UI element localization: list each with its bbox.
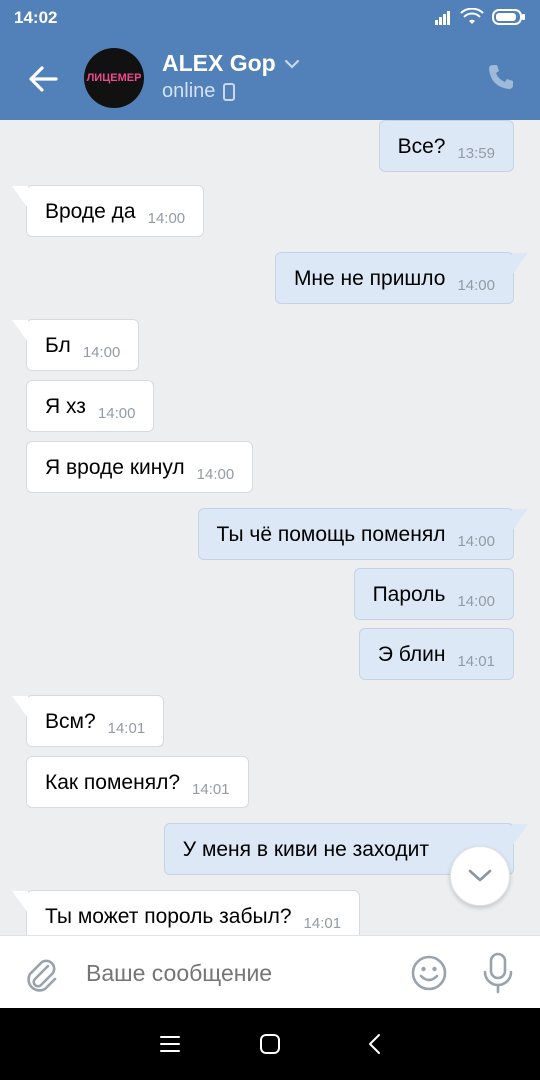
- message-in[interactable]: Вроде да 14:00: [11, 185, 205, 237]
- back-icon[interactable]: [363, 1032, 387, 1056]
- message-time: 14:01: [457, 653, 495, 670]
- message-bubble: Все? 13:59: [378, 120, 514, 172]
- message-time: 14:00: [457, 593, 495, 610]
- message-bubble: Ты чё помощь поменял 14:00: [197, 508, 529, 560]
- message-bubble: Бл 14:00: [11, 319, 140, 371]
- paperclip-icon[interactable]: [22, 954, 60, 992]
- message-bubble: Я вроде кинул 14:00: [26, 441, 254, 493]
- message-bubble: Э блин 14:01: [358, 628, 514, 680]
- message-bubble: Пароль 14:00: [353, 568, 514, 620]
- message-time: 14:01: [107, 720, 146, 737]
- presence-status: online: [162, 80, 236, 103]
- avatar[interactable]: ЛИЦЕМЕР: [84, 48, 144, 108]
- phone-icon[interactable]: [486, 62, 516, 92]
- emoji-icon[interactable]: [410, 954, 448, 992]
- message-text: Как поменял?: [45, 771, 181, 794]
- message-in[interactable]: Я хз 14:00: [26, 380, 155, 432]
- status-time: 14:02: [14, 8, 58, 27]
- message-in[interactable]: Бл 14:00: [11, 319, 140, 371]
- battery-icon: [492, 9, 525, 25]
- message-out[interactable]: Э блин 14:01: [358, 628, 514, 680]
- scroll-down-button[interactable]: [450, 846, 510, 906]
- avatar-label: ЛИЦЕМЕР: [86, 72, 142, 84]
- message-time: 14:01: [303, 915, 342, 932]
- contact-name[interactable]: ALEX Gop: [162, 50, 300, 77]
- message-text: Все?: [397, 135, 446, 158]
- message-composer: [0, 935, 540, 1009]
- message-in[interactable]: Всм? 14:01: [11, 695, 165, 747]
- message-text: Бл: [45, 334, 71, 357]
- status-icons: [434, 8, 526, 26]
- chevron-down-icon: [284, 59, 299, 69]
- message-bubble: Как поменял? 14:01: [26, 756, 249, 808]
- message-time: 13:59: [457, 145, 495, 162]
- signal-icon: [435, 11, 450, 25]
- message-time: 14:01: [192, 781, 230, 798]
- message-input[interactable]: [86, 956, 386, 990]
- message-time: 14:00: [457, 533, 495, 550]
- chat-header: 14:02 ЛИЦЕМЕР ALEX Gop online: [0, 0, 540, 120]
- message-bubble: Ты может пороль забыл? 14:01: [11, 890, 361, 935]
- message-time: 14:00: [196, 466, 235, 483]
- message-text: Ты чё помощь поменял: [216, 523, 446, 546]
- wifi-icon: [460, 8, 484, 24]
- mobile-device-icon: [223, 82, 236, 101]
- back-arrow-icon[interactable]: [26, 62, 60, 96]
- menu-icon[interactable]: [158, 1032, 182, 1056]
- message-text: Ты может пороль забыл?: [45, 905, 292, 928]
- message-text: Всм?: [45, 710, 96, 733]
- message-out[interactable]: Пароль 14:00: [353, 568, 514, 620]
- message-text: Я вроде кинул: [45, 456, 185, 479]
- message-list[interactable]: Все? 13:59 Вроде да 14:00 Мне не пришло …: [0, 120, 540, 935]
- microphone-icon[interactable]: [480, 952, 516, 994]
- system-navigation-bar: [0, 1008, 540, 1080]
- message-time: 14:00: [457, 277, 495, 294]
- message-text: Мне не пришло: [293, 267, 446, 290]
- message-out[interactable]: Все? 13:59: [378, 120, 514, 172]
- message-in[interactable]: Ты может пороль забыл? 14:01: [11, 890, 361, 935]
- message-bubble: Мне не пришло 14:00: [274, 252, 529, 304]
- message-in[interactable]: Как поменял? 14:01: [26, 756, 249, 808]
- message-time: 14:00: [97, 405, 136, 422]
- home-icon[interactable]: [258, 1032, 282, 1056]
- message-time: 14:00: [147, 210, 186, 227]
- message-bubble: Я хз 14:00: [26, 380, 155, 432]
- message-in[interactable]: Я вроде кинул 14:00: [26, 441, 254, 493]
- presence-text: online: [162, 80, 216, 102]
- message-bubble: Вроде да 14:00: [11, 185, 205, 237]
- message-out[interactable]: Мне не пришло 14:00: [274, 252, 529, 304]
- contact-name-text: ALEX Gop: [162, 50, 276, 76]
- message-text: У меня в киви не заходит: [182, 838, 429, 861]
- message-out[interactable]: Ты чё помощь поменял 14:00: [197, 508, 529, 560]
- message-bubble: Всм? 14:01: [11, 695, 165, 747]
- message-text: Вроде да: [45, 200, 136, 223]
- message-text: Э блин: [377, 643, 446, 666]
- message-text: Я хз: [45, 395, 86, 418]
- chevron-down-icon: [468, 869, 492, 882]
- message-time: 14:00: [82, 344, 121, 361]
- message-text: Пароль: [372, 583, 446, 606]
